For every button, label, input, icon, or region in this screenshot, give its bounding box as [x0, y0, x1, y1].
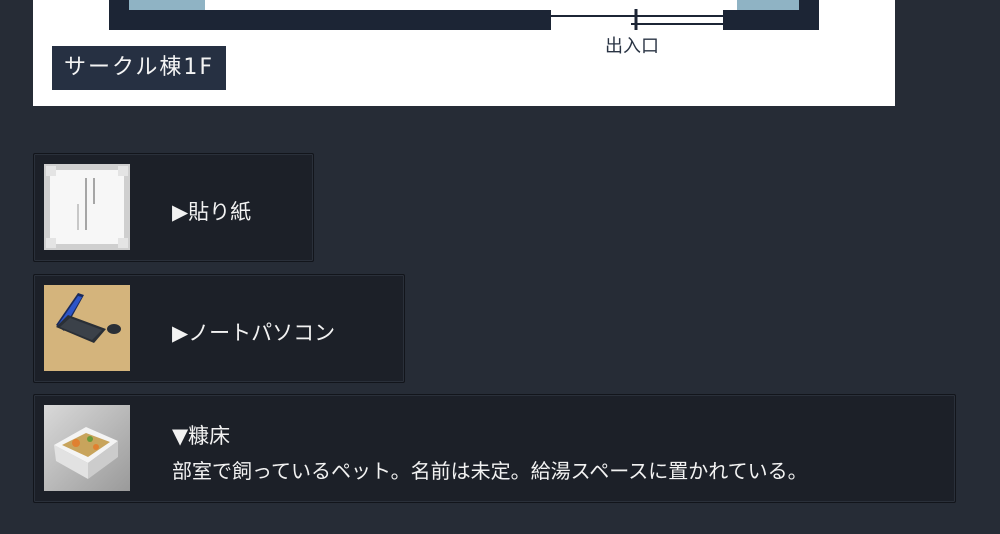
entrance-label: 出入口: [605, 36, 659, 57]
item-title[interactable]: ▶貼り紙: [172, 196, 251, 226]
item-title[interactable]: ▼糠床: [172, 420, 230, 450]
floor-label: サークル棟1F: [52, 46, 226, 90]
laptop-icon: [44, 285, 130, 371]
collapsed-marker: ▶: [172, 321, 189, 345]
list-item-laptop[interactable]: ▶ノートパソコン: [33, 274, 405, 383]
item-title-text: ノートパソコン: [188, 321, 336, 345]
collapsed-marker: ▶: [172, 200, 189, 224]
item-title-text: 貼り紙: [188, 200, 252, 224]
pickle-bed-icon: [44, 405, 130, 491]
paper-note-icon: [44, 164, 130, 250]
item-description: 部室で飼っているペット。名前は未定。給湯スペースに置かれている。: [172, 459, 808, 483]
list-item-pickle-bed[interactable]: ▼糠床 部室で飼っているペット。名前は未定。給湯スペースに置かれている。: [33, 394, 956, 503]
list-item-paper-note[interactable]: ▶貼り紙: [33, 153, 314, 262]
expanded-marker: ▼: [172, 424, 189, 448]
item-title-text: 糠床: [188, 424, 231, 448]
floor-map: サークル棟1F 出入口: [33, 0, 895, 106]
item-title[interactable]: ▶ノートパソコン: [172, 317, 335, 347]
